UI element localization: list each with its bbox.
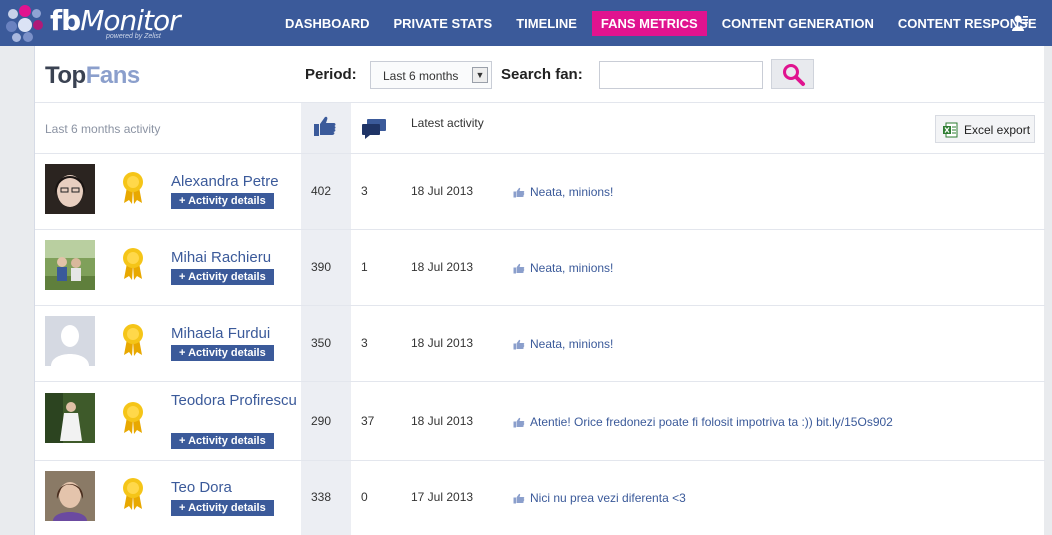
small-thumbs-up-icon <box>513 263 525 273</box>
award-ribbon-icon <box>123 478 143 510</box>
table-row: Mihaela Furdui + Activity details 350 3 … <box>35 306 1045 382</box>
comments-icon <box>362 119 386 139</box>
search-button[interactable] <box>771 59 814 89</box>
activity-details-button[interactable]: + Activity details <box>171 500 274 516</box>
award-ribbon-icon <box>123 402 143 434</box>
excel-export-label: Excel export <box>964 123 1031 137</box>
comments-count: 3 <box>361 184 368 198</box>
app-logo[interactable]: fbMonitor powered by Zelist <box>4 3 181 43</box>
logo-dots-icon <box>4 3 46 43</box>
chevron-down-icon[interactable]: ▼ <box>472 67 488 83</box>
likes-count: 338 <box>311 490 332 504</box>
activity-details-button[interactable]: + Activity details <box>171 345 274 361</box>
award-ribbon-icon <box>123 324 143 356</box>
latest-activity-link[interactable]: Atentie! Orice fredonezi poate fi folosi… <box>513 415 893 429</box>
likes-count: 390 <box>311 260 332 274</box>
avatar[interactable] <box>45 471 95 521</box>
comments-count: 1 <box>361 260 368 274</box>
fan-name[interactable]: Teo Dora <box>171 478 301 498</box>
avatar[interactable] <box>45 240 95 290</box>
nav-timeline[interactable]: TIMELINE <box>507 11 586 36</box>
nav-content-generation[interactable]: CONTENT GENERATION <box>713 11 883 36</box>
small-thumbs-up-icon <box>513 493 525 503</box>
period-select-value: Last 6 months <box>383 69 459 83</box>
avatar[interactable] <box>45 316 95 366</box>
latest-activity-date: 18 Jul 2013 <box>411 414 474 428</box>
latest-activity-date: 18 Jul 2013 <box>411 336 474 350</box>
search-fan-label: Search fan: <box>501 66 583 83</box>
comments-count: 37 <box>361 414 375 428</box>
latest-activity-link[interactable]: Nici nu prea vezi diferenta <3 <box>513 491 686 505</box>
fan-name[interactable]: Teodora Profirescu <box>171 391 301 411</box>
main-nav: DASHBOARD PRIVATE STATS TIMELINE FANS ME… <box>276 11 1052 36</box>
app-name-bold: fb <box>50 4 81 37</box>
app-tagline: powered by Zelist <box>106 33 161 40</box>
top-fans-panel: TopFans Period: Last 6 months ▼ Search f… <box>34 46 1045 535</box>
fan-name[interactable]: Mihai Rachieru <box>171 248 301 268</box>
award-ribbon-icon <box>123 172 143 204</box>
likes-count: 350 <box>311 336 332 350</box>
latest-activity-header: Latest activity <box>411 116 484 130</box>
period-caption: Last 6 months activity <box>45 122 161 136</box>
activity-details-button[interactable]: + Activity details <box>171 193 274 209</box>
small-thumbs-up-icon <box>513 187 525 197</box>
table-row: Mihai Rachieru + Activity details 390 1 … <box>35 230 1045 306</box>
period-label: Period: <box>305 66 357 83</box>
excel-icon <box>943 122 958 138</box>
avatar[interactable] <box>45 393 95 443</box>
nav-private-stats[interactable]: PRIVATE STATS <box>385 11 502 36</box>
page-title: TopFans <box>45 62 140 89</box>
latest-activity-link[interactable]: Neata, minions! <box>513 185 613 199</box>
fan-name[interactable]: Mihaela Furdui <box>171 324 301 344</box>
period-select[interactable]: Last 6 months ▼ <box>370 61 492 89</box>
comments-count: 3 <box>361 336 368 350</box>
latest-activity-date: 18 Jul 2013 <box>411 184 474 198</box>
table-header: Last 6 months activity Latest activity E… <box>35 103 1045 154</box>
latest-activity-date: 18 Jul 2013 <box>411 260 474 274</box>
likes-count: 290 <box>311 414 332 428</box>
search-fan-input[interactable] <box>599 61 763 89</box>
top-navbar: fbMonitor powered by Zelist DASHBOARD PR… <box>0 0 1052 46</box>
likes-count: 402 <box>311 184 332 198</box>
small-thumbs-up-icon <box>513 417 525 427</box>
activity-details-button[interactable]: + Activity details <box>171 269 274 285</box>
small-thumbs-up-icon <box>513 339 525 349</box>
avatar[interactable] <box>45 164 95 214</box>
table-row: Teodora Profirescu + Activity details 29… <box>35 382 1045 461</box>
nav-dashboard[interactable]: DASHBOARD <box>276 11 379 36</box>
latest-activity-link[interactable]: Neata, minions! <box>513 337 613 351</box>
fan-name[interactable]: Alexandra Petre <box>171 172 301 192</box>
magnifier-icon <box>783 64 805 86</box>
latest-activity-link[interactable]: Neata, minions! <box>513 261 613 275</box>
user-settings-icon[interactable] <box>1012 14 1028 32</box>
activity-details-button[interactable]: + Activity details <box>171 433 274 449</box>
nav-fans-metrics[interactable]: FANS METRICS <box>591 11 707 36</box>
thumbs-up-icon <box>314 116 336 136</box>
comments-count: 0 <box>361 490 368 504</box>
panel-toolbar: TopFans Period: Last 6 months ▼ Search f… <box>35 46 1045 103</box>
excel-export-button[interactable]: Excel export <box>935 115 1035 143</box>
table-row: Alexandra Petre + Activity details 402 3… <box>35 154 1045 230</box>
latest-activity-date: 17 Jul 2013 <box>411 490 474 504</box>
table-row: Teo Dora + Activity details 338 0 17 Jul… <box>35 461 1045 535</box>
award-ribbon-icon <box>123 248 143 280</box>
